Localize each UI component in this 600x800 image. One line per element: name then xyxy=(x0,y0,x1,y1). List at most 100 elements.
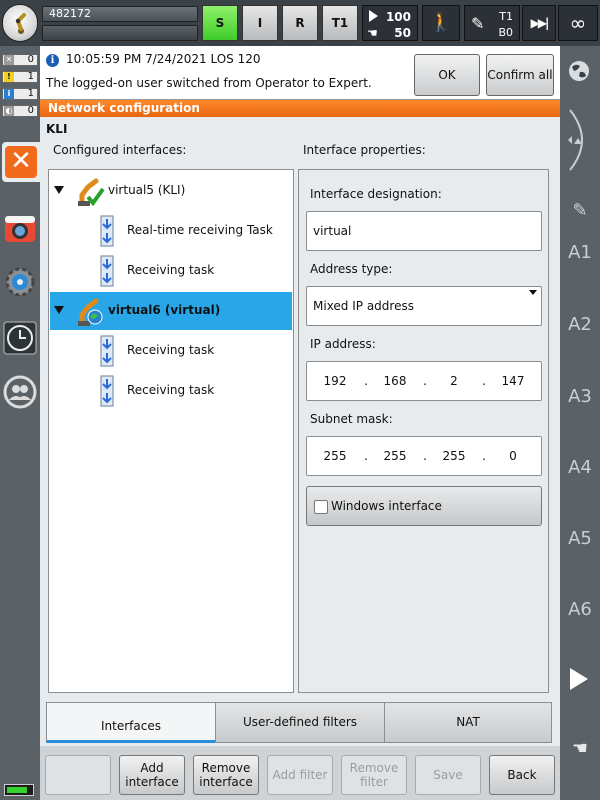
ip-separator: . xyxy=(364,449,368,463)
base-value: B0 xyxy=(498,26,513,39)
axis-a1-key[interactable]: A1 xyxy=(560,242,600,263)
camera-icon xyxy=(5,216,35,242)
collapse-arrow-icon[interactable] xyxy=(54,186,64,194)
infinity-icon: ∞ xyxy=(569,11,587,35)
battery-indicator xyxy=(4,784,34,796)
subnet-octet-2[interactable]: 255 xyxy=(375,449,415,463)
ok-button[interactable]: OK xyxy=(414,54,480,96)
axis-a3-key[interactable]: A3 xyxy=(560,386,600,407)
jog-hand-icon: ☚ xyxy=(367,26,378,40)
tree-item-virtual6[interactable]: virtual6 (virtual) xyxy=(50,292,292,330)
axis-a2-key[interactable]: A2 xyxy=(560,314,600,335)
axis-a4-key[interactable]: A4 xyxy=(560,457,600,478)
softkey-empty[interactable] xyxy=(45,755,111,795)
confirm-all-button[interactable]: Confirm all xyxy=(486,54,554,96)
globe-button[interactable] xyxy=(566,58,592,84)
info-icon: i xyxy=(46,54,59,67)
subnet-mask-input[interactable]: 255 . 255 . 255 . 0 xyxy=(306,436,542,476)
remove-filter-button[interactable]: Remove filter xyxy=(341,755,407,795)
dropdown-arrow-icon xyxy=(529,290,537,295)
address-type-label: Address type: xyxy=(310,262,393,276)
tree-item-virtual5[interactable]: virtual5 (KLI) xyxy=(50,172,292,210)
warning-message-count[interactable]: ! 1 xyxy=(2,71,38,83)
windows-interface-label: Windows interface xyxy=(331,499,442,513)
battery-level xyxy=(7,787,27,793)
tab-label: NAT xyxy=(456,715,480,729)
run-mode-button[interactable]: 🚶 xyxy=(422,5,460,41)
designation-label: Interface designation: xyxy=(310,187,442,201)
tree-item-label: Receiving task xyxy=(127,343,215,357)
tab-interfaces[interactable]: Interfaces xyxy=(46,702,216,743)
add-filter-button[interactable]: Add filter xyxy=(267,755,333,795)
tab-nat[interactable]: NAT xyxy=(384,702,552,743)
axis-a5-key[interactable]: A5 xyxy=(560,528,600,549)
window-title: Network configuration xyxy=(40,100,560,117)
tab-label: User-defined filters xyxy=(242,715,358,729)
windows-interface-checkbox[interactable]: Windows interface xyxy=(306,486,542,526)
wait-message-count[interactable]: ◐ 0 xyxy=(2,105,38,117)
jog-mode-button[interactable]: ▶▶| xyxy=(522,5,556,41)
ip-octet-4[interactable]: 147 xyxy=(493,374,533,388)
subnet-octet-1[interactable]: 255 xyxy=(315,449,355,463)
warning-icon: ! xyxy=(4,72,14,82)
tree-item-label: virtual5 (KLI) xyxy=(108,183,186,197)
tool-base-button[interactable]: ✎ T1 B0 xyxy=(464,5,520,41)
tool-value: T1 xyxy=(499,10,513,23)
info-message-count[interactable]: i 1 xyxy=(2,88,38,100)
gear-icon xyxy=(5,267,35,297)
user-group-icon xyxy=(3,375,37,409)
ip-octet-2[interactable]: 168 xyxy=(375,374,415,388)
jog-tool-icon[interactable]: ✎ xyxy=(566,200,594,226)
program-progress-bar xyxy=(42,25,198,41)
settings-button[interactable] xyxy=(2,264,38,300)
ip-octet-1[interactable]: 192 xyxy=(315,374,355,388)
clock-button[interactable] xyxy=(2,320,38,356)
tree-item-task[interactable]: Receiving task xyxy=(50,252,292,290)
axis-a6-key[interactable]: A6 xyxy=(560,599,600,620)
submit-interpreter-button[interactable]: S xyxy=(202,5,238,41)
address-type-dropdown[interactable]: Mixed IP address xyxy=(306,286,542,326)
robot-check-icon xyxy=(78,178,105,207)
robot-menu-button[interactable] xyxy=(2,4,38,42)
subnet-octet-3[interactable]: 255 xyxy=(434,449,474,463)
drives-button[interactable]: I xyxy=(242,5,278,41)
ip-octet-3[interactable]: 2 xyxy=(434,374,474,388)
checkbox-box[interactable] xyxy=(314,500,328,514)
save-button[interactable]: Save xyxy=(415,755,481,795)
increment-button[interactable]: ∞ xyxy=(558,5,598,41)
subnet-octet-4[interactable]: 0 xyxy=(493,449,533,463)
tree-item-task[interactable]: Receiving task xyxy=(50,372,292,410)
operating-mode-button[interactable]: T1 xyxy=(322,5,358,41)
receive-task-icon xyxy=(100,335,114,367)
user-group-button[interactable] xyxy=(2,374,38,410)
hand-icon[interactable]: ☚ xyxy=(566,738,594,759)
play-icon xyxy=(369,10,378,22)
tree-item-task[interactable]: Receiving task xyxy=(50,332,292,370)
start-play-icon[interactable] xyxy=(570,668,588,690)
receive-task-icon xyxy=(100,375,114,407)
close-window-button[interactable]: ✕ xyxy=(2,142,40,182)
remove-interface-button[interactable]: Remove interface xyxy=(193,755,259,795)
interface-properties-label: Interface properties: xyxy=(303,143,426,157)
ip-separator: . xyxy=(482,374,486,388)
ip-address-input[interactable]: 192 . 168 . 2 . 147 xyxy=(306,361,542,401)
message-text: The logged-on user switched from Operato… xyxy=(46,76,372,90)
receive-task-icon xyxy=(100,215,114,247)
add-interface-button[interactable]: Add interface xyxy=(119,755,185,795)
tree-item-label: virtual6 (virtual) xyxy=(108,303,221,317)
subnet-mask-label: Subnet mask: xyxy=(310,412,393,426)
designation-input[interactable]: virtual xyxy=(306,211,542,251)
close-icon: ✕ xyxy=(5,146,37,178)
program-name-field[interactable]: 482172 xyxy=(42,6,198,22)
section-title: KLI xyxy=(46,122,68,136)
designation-value: virtual xyxy=(313,224,352,238)
override-button[interactable]: ☚ 100 50 xyxy=(362,5,418,41)
tab-user-defined-filters[interactable]: User-defined filters xyxy=(215,702,385,743)
camera-button[interactable] xyxy=(2,210,38,246)
ack-message-count[interactable]: ✕ 0 xyxy=(2,54,38,66)
robot-interpreter-button[interactable]: R xyxy=(282,5,318,41)
clock-icon xyxy=(3,321,37,355)
back-button[interactable]: Back xyxy=(489,755,555,795)
collapse-arrow-icon[interactable] xyxy=(54,306,64,314)
tree-item-task[interactable]: Real-time receiving Task xyxy=(50,212,292,250)
